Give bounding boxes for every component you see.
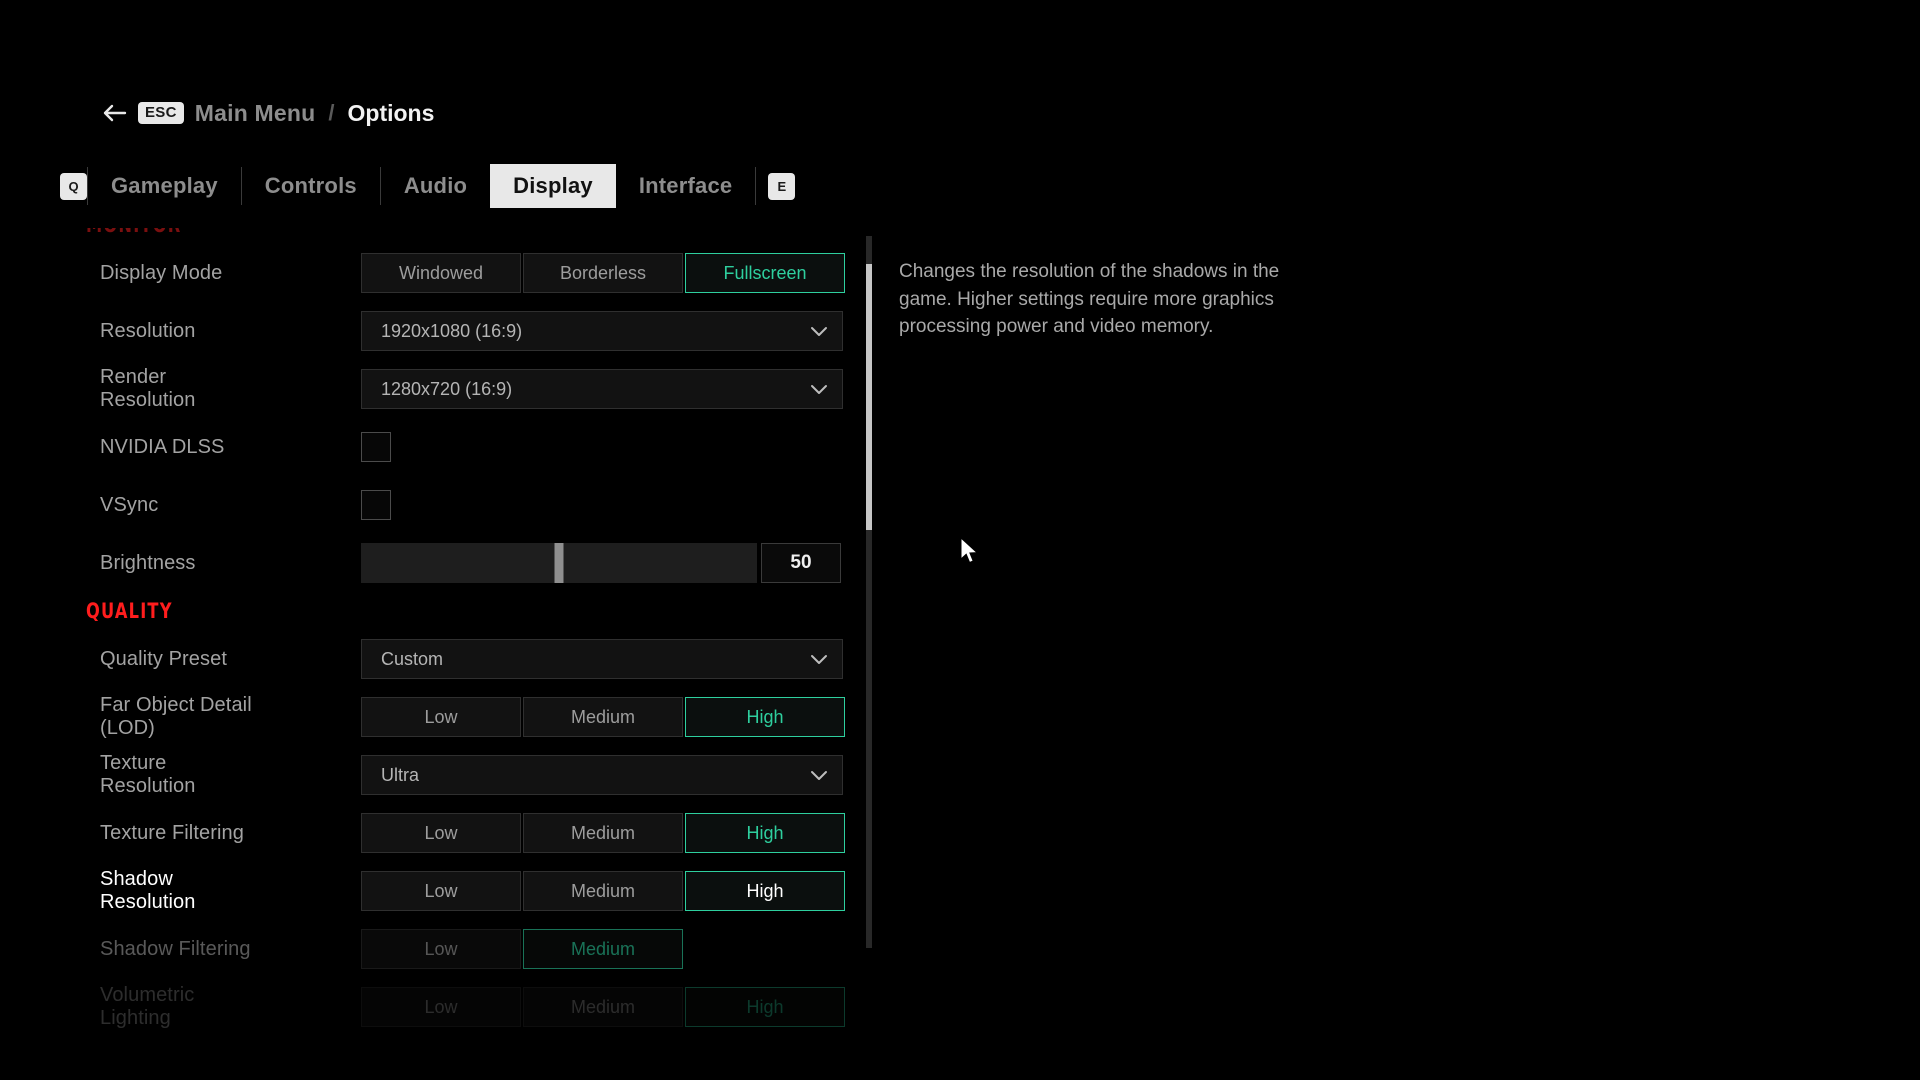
breadcrumb-current: Options: [347, 99, 435, 126]
mouse-cursor: [960, 537, 979, 564]
dropdown-value: 1280x720 (16:9): [381, 378, 513, 399]
option-medium[interactable]: Medium: [523, 987, 683, 1027]
row-vsync: VSync: [0, 476, 880, 534]
row-label: Shadow Filtering: [100, 937, 251, 960]
row-display-mode: Display Mode Windowed Borderless Fullscr…: [0, 244, 880, 302]
row-label: Volumetric Lighting: [100, 984, 195, 1029]
row-label: NVIDIA DLSS: [100, 435, 225, 458]
dropdown-value: Ultra: [381, 764, 420, 785]
segmented-control-far-object-detail: Low Medium High: [361, 697, 847, 737]
slider-value-brightness[interactable]: 50: [761, 543, 841, 583]
scrollbar-track[interactable]: [866, 236, 872, 948]
tab-bar: Q Gameplay Controls Audio Display Interf…: [60, 164, 796, 208]
tab-display[interactable]: Display: [490, 164, 616, 208]
chevron-down-icon: [811, 770, 827, 780]
row-label: Far Object Detail (LOD): [100, 694, 252, 739]
option-low[interactable]: Low: [361, 813, 521, 853]
prev-tab-key-q[interactable]: Q: [60, 172, 87, 200]
row-texture-filtering: Texture Filtering Low Medium High: [0, 804, 880, 862]
row-label: Texture Resolution: [100, 752, 196, 797]
segmented-control-display-mode: Windowed Borderless Fullscreen: [361, 253, 847, 293]
settings-list: MONITOR Display Mode Windowed Borderless…: [0, 228, 880, 1080]
checkbox-vsync[interactable]: [361, 490, 391, 520]
option-high[interactable]: High: [685, 871, 845, 911]
dropdown-render-resolution[interactable]: 1280x720 (16:9): [361, 369, 843, 409]
slider-brightness[interactable]: [361, 543, 757, 583]
segmented-control-volumetric-lighting: Low Medium High: [361, 987, 847, 1027]
row-shadow-filtering: Shadow Filtering Low Medium: [0, 920, 880, 978]
option-medium[interactable]: Medium: [523, 929, 683, 969]
setting-description: Changes the resolution of the shadows in…: [899, 261, 1280, 338]
row-shadow-resolution: Shadow Resolution Low Medium High: [0, 862, 880, 920]
option-medium[interactable]: Medium: [523, 697, 683, 737]
row-label: Display Mode: [100, 261, 223, 284]
tab-audio[interactable]: Audio: [381, 164, 490, 208]
option-medium[interactable]: Medium: [523, 871, 683, 911]
row-brightness: Brightness 50: [0, 534, 880, 592]
segmented-control-texture-filtering: Low Medium High: [361, 813, 847, 853]
option-high[interactable]: High: [685, 987, 845, 1027]
segmented-control-shadow-filtering: Low Medium: [361, 929, 685, 969]
dropdown-value: Custom: [381, 648, 444, 669]
option-borderless[interactable]: Borderless: [523, 253, 683, 293]
row-label: Render Resolution: [100, 366, 196, 411]
row-texture-resolution: Texture Resolution Ultra: [0, 746, 880, 804]
option-windowed[interactable]: Windowed: [361, 253, 521, 293]
dropdown-quality-preset[interactable]: Custom: [361, 639, 843, 679]
row-label: Brightness: [100, 551, 196, 574]
row-label: Quality Preset: [100, 647, 228, 670]
section-header-monitor: MONITOR: [0, 228, 757, 244]
row-label: Texture Filtering: [100, 821, 244, 844]
option-medium[interactable]: Medium: [523, 813, 683, 853]
chevron-down-icon: [811, 384, 827, 394]
checkbox-nvidia-dlss[interactable]: [361, 432, 391, 462]
option-low[interactable]: Low: [361, 871, 521, 911]
row-label: Shadow Resolution: [100, 868, 196, 913]
option-low[interactable]: Low: [361, 929, 521, 969]
row-label: VSync: [100, 493, 159, 516]
row-render-resolution: Render Resolution 1280x720 (16:9): [0, 360, 880, 418]
dropdown-value: 1920x1080 (16:9): [381, 320, 523, 341]
breadcrumb: ESC Main Menu / Options: [101, 96, 434, 130]
row-volumetric-lighting: Volumetric Lighting Low Medium High: [0, 978, 880, 1036]
scrollbar-thumb[interactable]: [866, 264, 872, 530]
row-quality-preset: Quality Preset Custom: [0, 630, 880, 688]
option-low[interactable]: Low: [361, 697, 521, 737]
tab-divider: [755, 167, 757, 205]
esc-key-badge[interactable]: ESC: [138, 102, 184, 124]
option-high[interactable]: High: [685, 813, 845, 853]
row-far-object-detail: Far Object Detail (LOD) Low Medium High: [0, 688, 880, 746]
option-high[interactable]: High: [685, 697, 845, 737]
arrow-left-icon[interactable]: [101, 100, 127, 126]
option-fullscreen[interactable]: Fullscreen: [685, 253, 845, 293]
row-resolution: Resolution 1920x1080 (16:9): [0, 302, 880, 360]
row-nvidia-dlss: NVIDIA DLSS: [0, 418, 880, 476]
tab-gameplay[interactable]: Gameplay: [88, 164, 241, 208]
breadcrumb-parent[interactable]: Main Menu: [195, 100, 316, 127]
tab-interface[interactable]: Interface: [616, 164, 756, 208]
dropdown-texture-resolution[interactable]: Ultra: [361, 755, 843, 795]
segmented-control-shadow-resolution: Low Medium High: [361, 871, 847, 911]
tab-controls[interactable]: Controls: [242, 164, 380, 208]
chevron-down-icon: [811, 654, 827, 664]
chevron-down-icon: [811, 326, 827, 336]
option-low[interactable]: Low: [361, 987, 521, 1027]
section-header-quality: QUALITY: [86, 599, 173, 623]
row-label: Resolution: [100, 319, 196, 342]
next-tab-key-e[interactable]: E: [768, 172, 796, 200]
slider-thumb[interactable]: [554, 543, 564, 583]
dropdown-resolution[interactable]: 1920x1080 (16:9): [361, 311, 843, 351]
breadcrumb-separator: /: [328, 100, 335, 125]
options-screen: ESC Main Menu / Options Q Gameplay Contr…: [0, 0, 1920, 1080]
